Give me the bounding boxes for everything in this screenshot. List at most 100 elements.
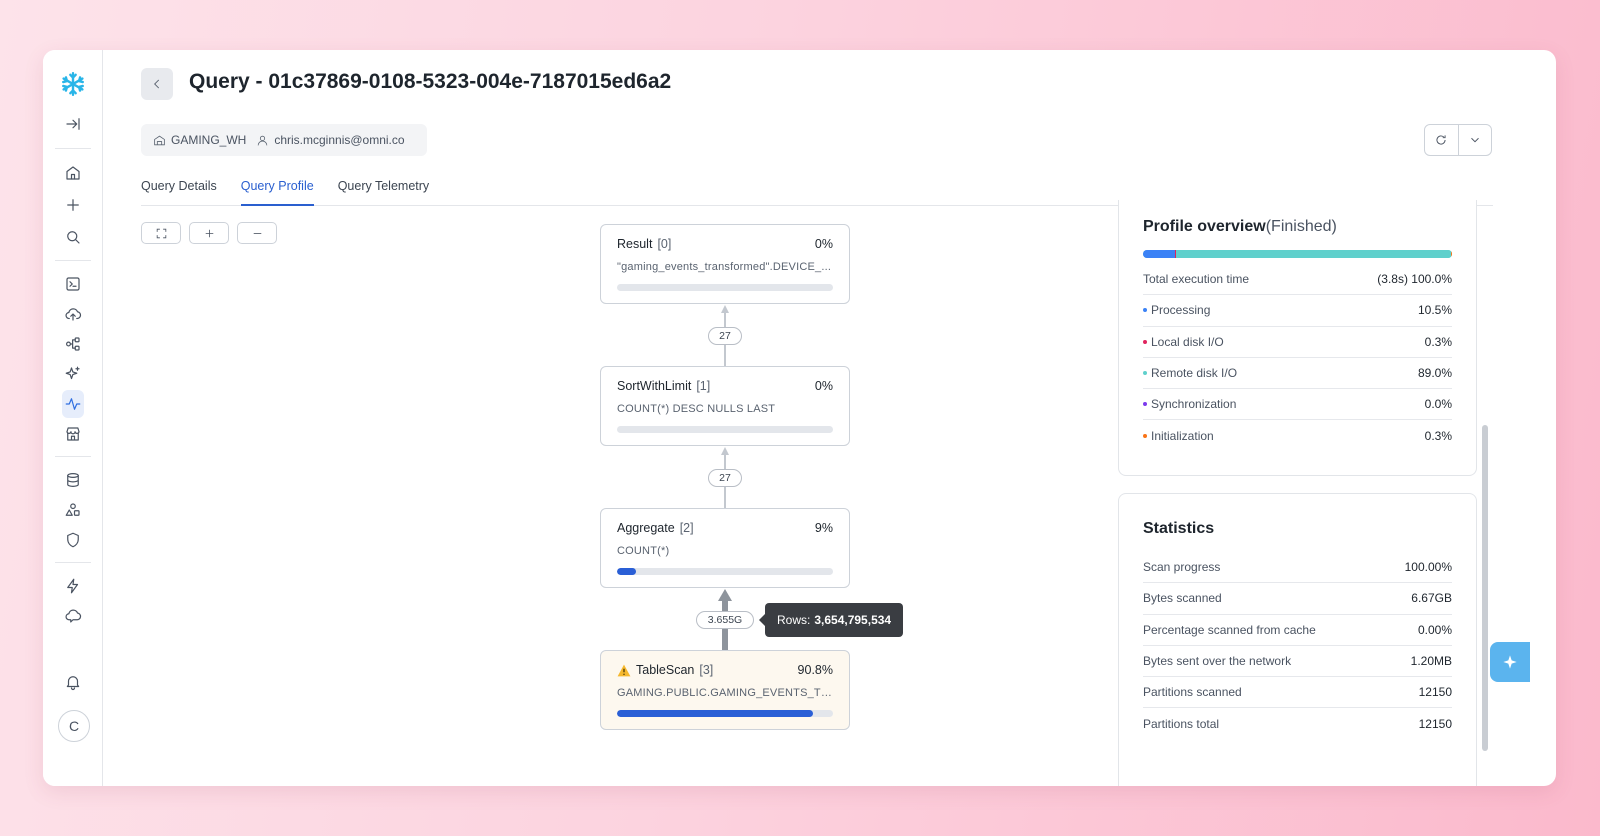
chevron-down-icon bbox=[1470, 137, 1479, 143]
stat-row: Scan progress 100.00% bbox=[1143, 552, 1452, 584]
warehouse-icon bbox=[154, 135, 165, 145]
operator-node-tablescan[interactable]: TableScan [3] 90.8% GAMING.PUBLIC.GAMING_… bbox=[600, 650, 850, 730]
warning-icon bbox=[617, 664, 631, 676]
warehouse-name: GAMING_WH bbox=[171, 133, 247, 147]
stat-row: Bytes scanned 6.67GB bbox=[1143, 583, 1452, 615]
plus-icon[interactable] bbox=[53, 191, 93, 219]
overview-row-synchronization: Synchronization 0.0% bbox=[1143, 389, 1452, 421]
profile-overview-heading: Profile overview bbox=[1143, 218, 1266, 235]
operator-progress-bar bbox=[617, 710, 833, 717]
user-avatar[interactable]: C bbox=[58, 710, 90, 742]
tooltip-label: Rows: bbox=[777, 613, 811, 627]
user-icon bbox=[258, 135, 268, 145]
user-info[interactable]: chris.mcginnis@omni.co bbox=[256, 133, 405, 147]
tooltip-value: 3,654,795,534 bbox=[814, 613, 892, 627]
tab-query-details[interactable]: Query Details bbox=[141, 176, 217, 206]
zoom-in-button[interactable] bbox=[189, 222, 229, 244]
stat-label: Scan progress bbox=[1143, 560, 1221, 575]
data-flow-icon[interactable] bbox=[53, 330, 93, 358]
operator-node-aggregate[interactable]: Aggregate [2] 9% COUNT(*) bbox=[600, 508, 850, 588]
stat-label: Partitions total bbox=[1143, 717, 1220, 732]
stat-value: 100.00% bbox=[1404, 560, 1452, 575]
edge-arrowhead bbox=[721, 305, 729, 313]
stat-label: Percentage scanned from cache bbox=[1143, 622, 1316, 637]
refresh-button[interactable] bbox=[1425, 125, 1458, 155]
cloud-upload-icon[interactable] bbox=[53, 300, 93, 328]
stat-row: Percentage scanned from cache 0.00% bbox=[1143, 615, 1452, 646]
marketplace-icon[interactable] bbox=[53, 420, 93, 448]
stat-label: Bytes scanned bbox=[1143, 591, 1222, 606]
edge-row-count[interactable]: 27 bbox=[708, 327, 742, 345]
terminal-icon[interactable] bbox=[53, 270, 93, 298]
shield-icon[interactable] bbox=[53, 526, 93, 554]
snowflake-logo[interactable] bbox=[53, 70, 93, 98]
operator-index: [3] bbox=[699, 663, 714, 677]
plus-icon bbox=[205, 229, 213, 237]
cloud-chat-icon[interactable] bbox=[53, 602, 93, 630]
bell-icon[interactable] bbox=[53, 668, 93, 696]
profile-status: (Finished) bbox=[1265, 218, 1337, 235]
tab-query-profile[interactable]: Query Profile bbox=[240, 176, 314, 206]
stat-row: Partitions total 12150 bbox=[1143, 708, 1452, 739]
legend-dot bbox=[1143, 339, 1147, 344]
database-icon[interactable] bbox=[53, 466, 93, 494]
operator-node-result[interactable]: Result [0] 0% "gaming_events_transformed"… bbox=[600, 224, 850, 304]
tab-query-telemetry[interactable]: Query Telemetry bbox=[338, 176, 429, 206]
sparkles-icon[interactable] bbox=[53, 360, 93, 388]
statistics-title: Statistics bbox=[1143, 520, 1215, 537]
operator-detail: COUNT(*) bbox=[617, 545, 670, 557]
execution-segment bbox=[1176, 250, 1452, 258]
stat-value: 0.00% bbox=[1417, 622, 1452, 637]
panel-scrollbar[interactable] bbox=[1482, 425, 1488, 751]
stat-row: Bytes sent over the network 1.20MB bbox=[1143, 646, 1452, 678]
fit-to-screen-button[interactable] bbox=[141, 222, 181, 244]
total-execution-value: (3.8s) 100.0% bbox=[1377, 272, 1452, 287]
overview-label: Initialization bbox=[1151, 429, 1214, 444]
operator-percent: 90.8% bbox=[797, 663, 833, 677]
legend-dot bbox=[1143, 371, 1147, 376]
edge-row-count[interactable]: 27 bbox=[708, 469, 742, 487]
edge-arrowhead bbox=[718, 589, 732, 601]
overview-label: Synchronization bbox=[1151, 397, 1237, 412]
legend-dot bbox=[1143, 402, 1147, 407]
stat-row: Partitions scanned 12150 bbox=[1143, 677, 1452, 709]
operator-node-sortwithlimit[interactable]: SortWithLimit [1] 0% COUNT(*) DESC NULLS … bbox=[600, 366, 850, 446]
operator-name: Aggregate bbox=[617, 521, 675, 535]
stat-value: 12150 bbox=[1418, 717, 1452, 732]
sidebar-divider bbox=[55, 562, 91, 563]
operator-percent: 9% bbox=[814, 521, 833, 535]
stat-value: 1.20MB bbox=[1410, 654, 1452, 669]
expand-icon bbox=[156, 228, 166, 238]
collapse-sidebar-icon[interactable] bbox=[53, 110, 93, 138]
warehouse-info[interactable]: GAMING_WH bbox=[153, 133, 246, 147]
overview-value: 0.0% bbox=[1424, 397, 1452, 412]
operator-detail: COUNT(*) DESC NULLS LAST bbox=[617, 403, 776, 415]
profile-overview-panel: Profile overview(Finished) Total executi… bbox=[1118, 200, 1477, 476]
search-icon[interactable] bbox=[53, 223, 93, 251]
ai-assistant-button[interactable] bbox=[1490, 642, 1530, 682]
edge-row-count[interactable]: 3.655G bbox=[696, 611, 754, 629]
back-button[interactable] bbox=[141, 68, 173, 100]
refresh-options-button[interactable] bbox=[1457, 125, 1492, 155]
overview-label: Processing bbox=[1151, 303, 1211, 318]
operator-index: [0] bbox=[657, 237, 672, 251]
legend-dot bbox=[1143, 308, 1147, 313]
query-meta-bar: GAMING_WH chris.mcginnis@omni.co bbox=[141, 124, 427, 156]
overview-label: Remote disk I/O bbox=[1151, 366, 1238, 381]
zoom-out-button[interactable] bbox=[237, 222, 277, 244]
home-icon[interactable] bbox=[53, 159, 93, 187]
rows-tooltip: Rows: 3,654,795,534 bbox=[758, 603, 904, 637]
operator-progress-bar bbox=[617, 426, 833, 433]
refresh-icon bbox=[1436, 135, 1446, 145]
operator-percent: 0% bbox=[814, 379, 833, 393]
stat-label: Bytes sent over the network bbox=[1143, 654, 1292, 669]
stat-label: Partitions scanned bbox=[1143, 685, 1242, 700]
activity-icon[interactable] bbox=[62, 390, 84, 418]
overview-value: 89.0% bbox=[1417, 366, 1452, 381]
page-title: Query - 01c37869-0108-5323-004e-7187015e… bbox=[189, 70, 672, 93]
operator-progress-fill bbox=[617, 710, 814, 717]
total-execution-label: Total execution time bbox=[1143, 272, 1250, 287]
legend-dot bbox=[1143, 434, 1147, 439]
shapes-icon[interactable] bbox=[53, 496, 93, 524]
bolt-icon[interactable] bbox=[53, 572, 93, 600]
